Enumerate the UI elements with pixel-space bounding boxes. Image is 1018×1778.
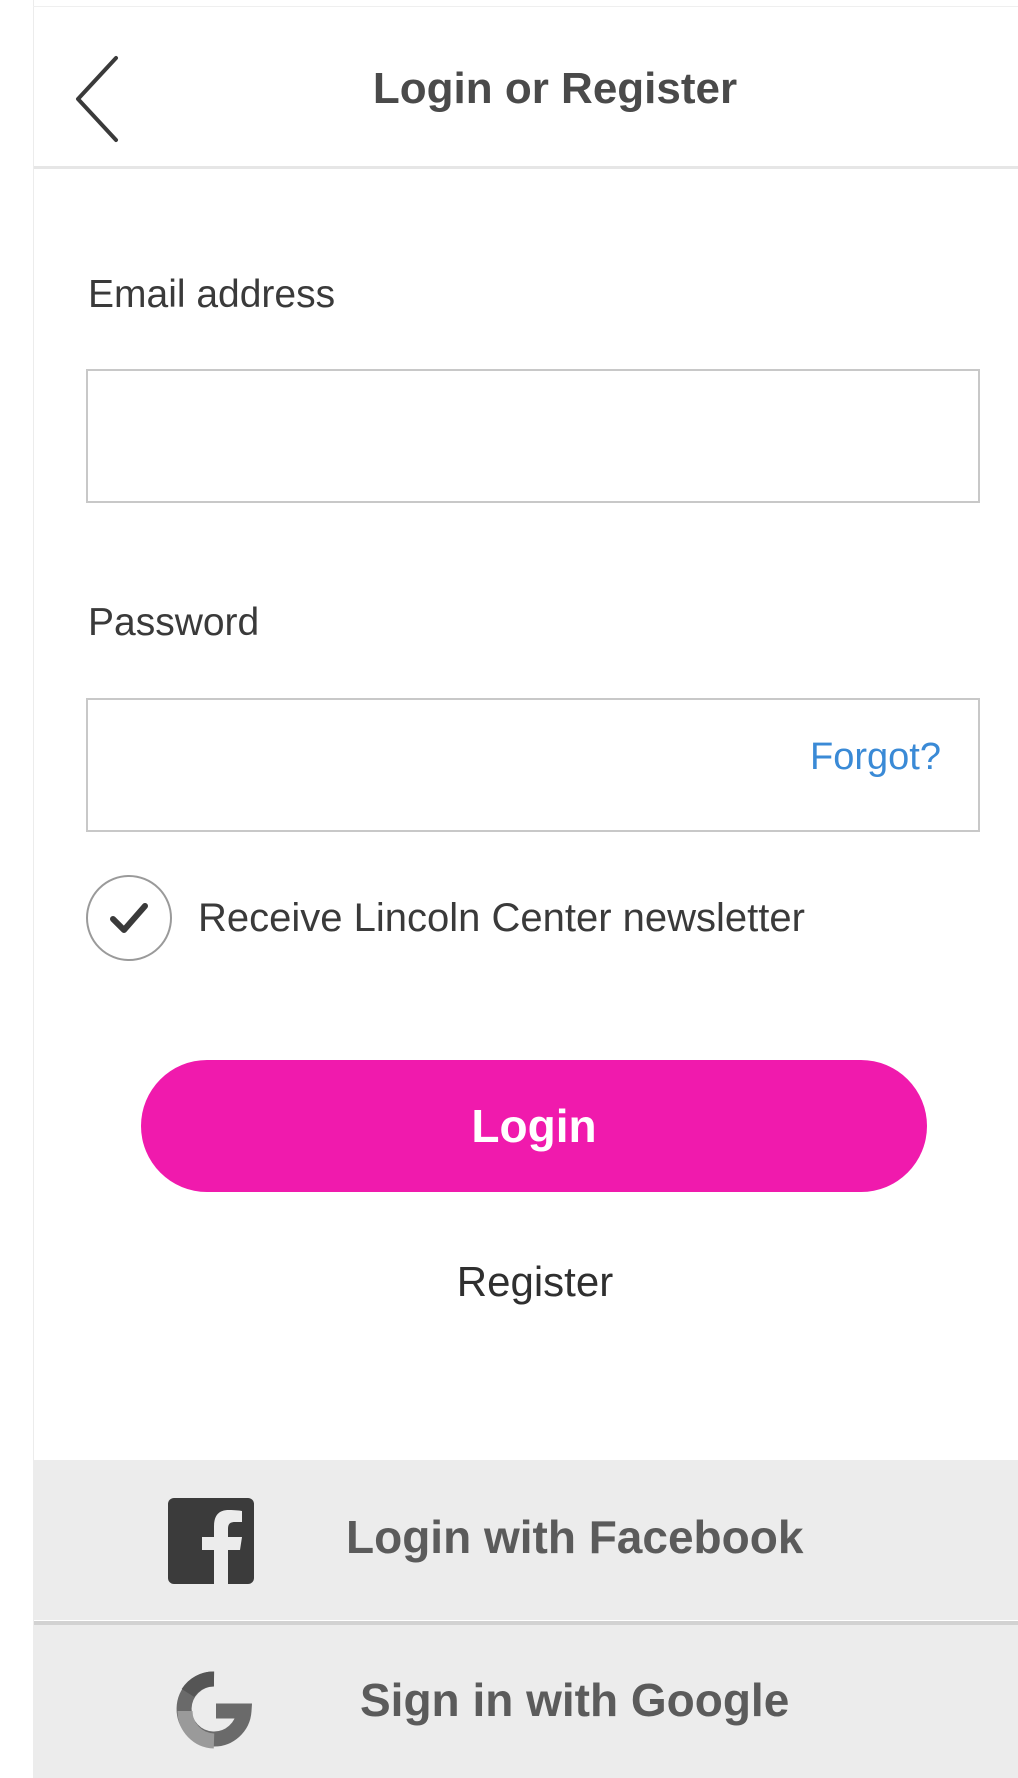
login-button[interactable]: Login xyxy=(141,1060,927,1192)
login-screen: Login or Register Email address Password… xyxy=(0,0,1018,1778)
password-label: Password xyxy=(88,601,260,644)
email-input[interactable] xyxy=(86,369,980,503)
top-edge xyxy=(33,0,1018,7)
chevron-left-icon[interactable] xyxy=(70,54,130,144)
google-icon xyxy=(176,1671,253,1749)
register-link[interactable]: Register xyxy=(340,1258,730,1306)
newsletter-checkbox[interactable] xyxy=(86,875,172,961)
email-label: Email address xyxy=(88,273,336,316)
google-signin-label: Sign in with Google xyxy=(360,1674,790,1726)
checkmark-icon xyxy=(110,903,148,933)
facebook-login-button[interactable]: Login with Facebook xyxy=(34,1460,1018,1620)
newsletter-label: Receive Lincoln Center newsletter xyxy=(198,895,805,940)
left-edge xyxy=(0,0,34,1778)
newsletter-checkbox-row[interactable]: Receive Lincoln Center newsletter xyxy=(86,873,805,963)
page-title: Login or Register xyxy=(372,64,738,113)
google-signin-button[interactable]: Sign in with Google xyxy=(34,1625,1018,1778)
facebook-login-label: Login with Facebook xyxy=(346,1511,804,1563)
facebook-icon xyxy=(168,1498,254,1584)
forgot-password-link[interactable]: Forgot? xyxy=(810,736,941,779)
